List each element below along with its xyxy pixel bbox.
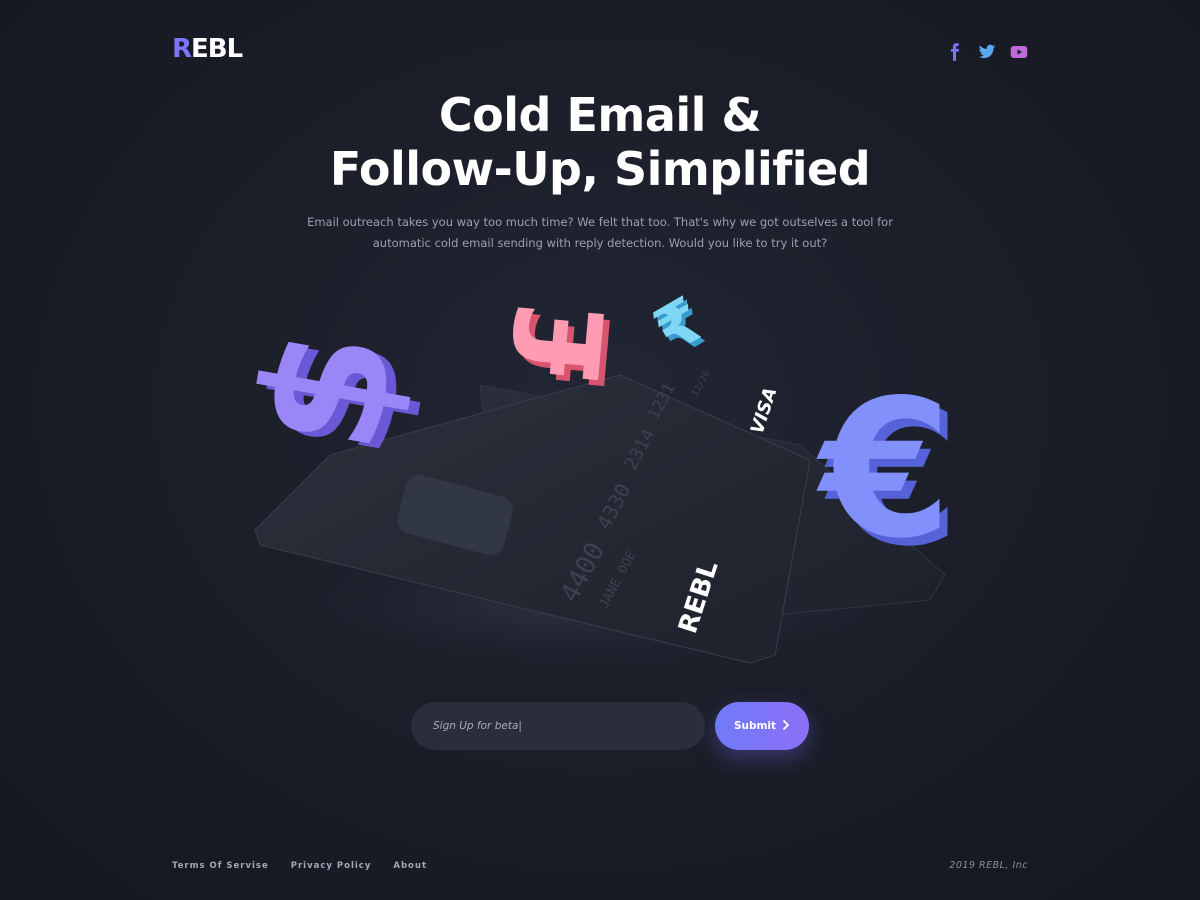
logo[interactable]: R EBL [172, 34, 243, 64]
hero-illustration: 4400 4330 2314 1231 JANE DOE 12/26 VISA … [220, 283, 980, 675]
svg-text:$: $ [220, 314, 436, 465]
footer-link-terms[interactable]: Terms Of Servise [172, 861, 269, 871]
card-expiry: 12/26 [691, 369, 713, 398]
hero-subtitle: Email outreach takes you way too much ti… [307, 215, 893, 250]
title-line-2: Follow-Up, Simplified [329, 142, 871, 196]
dollar-symbol: $ $ [220, 314, 446, 470]
chevron-right-icon [782, 719, 790, 733]
footer-link-about[interactable]: About [393, 861, 427, 871]
twitter-icon[interactable] [978, 43, 996, 61]
pound-symbol: £ £ [488, 295, 640, 396]
rupee-symbol: ₹ ₹ [642, 283, 720, 372]
logo-letter-r: R [172, 34, 192, 64]
submit-button[interactable]: Submit [715, 702, 809, 750]
svg-text:€: € [816, 359, 952, 580]
page-title: Cold Email & Follow-Up, Simplified [0, 88, 1200, 196]
signup-email-input[interactable] [411, 702, 705, 750]
title-line-1: Cold Email & [438, 88, 762, 142]
footer-link-privacy[interactable]: Privacy Policy [291, 861, 372, 871]
footer-links: Terms Of Servise Privacy Policy About [172, 861, 427, 871]
copyright: 2019 REBL, Inc [949, 860, 1028, 871]
logo-rest: EBL [191, 34, 243, 64]
submit-label: Submit [733, 720, 777, 732]
social-links [946, 43, 1028, 61]
facebook-icon[interactable] [946, 43, 964, 61]
euro-symbol: € € [816, 359, 960, 588]
card-brand: VISA [747, 385, 782, 437]
youtube-icon[interactable] [1010, 43, 1028, 61]
svg-text:£: £ [488, 295, 634, 390]
